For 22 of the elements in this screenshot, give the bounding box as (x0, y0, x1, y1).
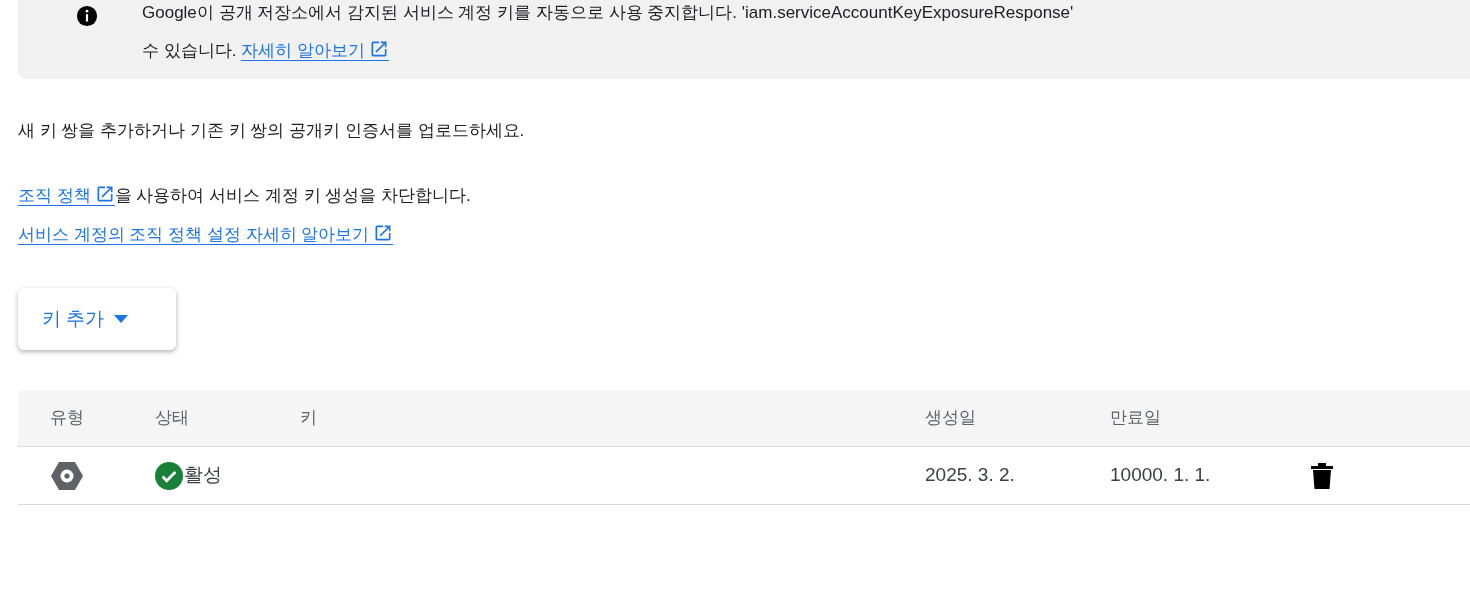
status-label: 활성 (184, 463, 222, 488)
intro-text: 새 키 쌍을 추가하거나 기존 키 쌍의 공개키 인증서를 업로드하세요. (18, 120, 526, 142)
policy-learn-more-link[interactable]: 서비스 계정의 조직 정책 설정 자세히 알아보기 (18, 225, 394, 245)
external-link-icon (373, 223, 394, 243)
info-icon (76, 5, 98, 27)
org-policy-link[interactable]: 조직 정책 (18, 186, 115, 206)
add-key-button[interactable]: 키 추가 (18, 288, 176, 350)
check-circle-icon (155, 461, 183, 490)
expiry-date: 10000. 1. 1. (1110, 464, 1211, 486)
column-header: 만료일 (1110, 408, 1161, 428)
created-date: 2025. 3. 2. (925, 464, 1015, 486)
column-header: 유형 (50, 408, 84, 428)
banner-message: Google이 공개 저장소에서 감지된 서비스 계정 키를 자동으로 사용 중지합니다. 'iam.serviceAccountKeyExposureResponse' 수 있습니다. 자세히 알아보기 (142, 2, 1074, 63)
column-header: 키 (300, 408, 317, 428)
column-header: 생성일 (925, 408, 976, 428)
hexagon-key-icon (50, 460, 84, 491)
delete-button[interactable] (1310, 461, 1334, 490)
policy-text: 조직 정책 을 사용하여 서비스 계정 키 생성을 차단합니다. (18, 183, 472, 208)
caret-icon (114, 315, 129, 323)
learn-more-link[interactable]: 자세히 알아보기 (241, 41, 389, 61)
column-header: 상태 (155, 408, 189, 428)
trash-icon (1310, 461, 1334, 490)
